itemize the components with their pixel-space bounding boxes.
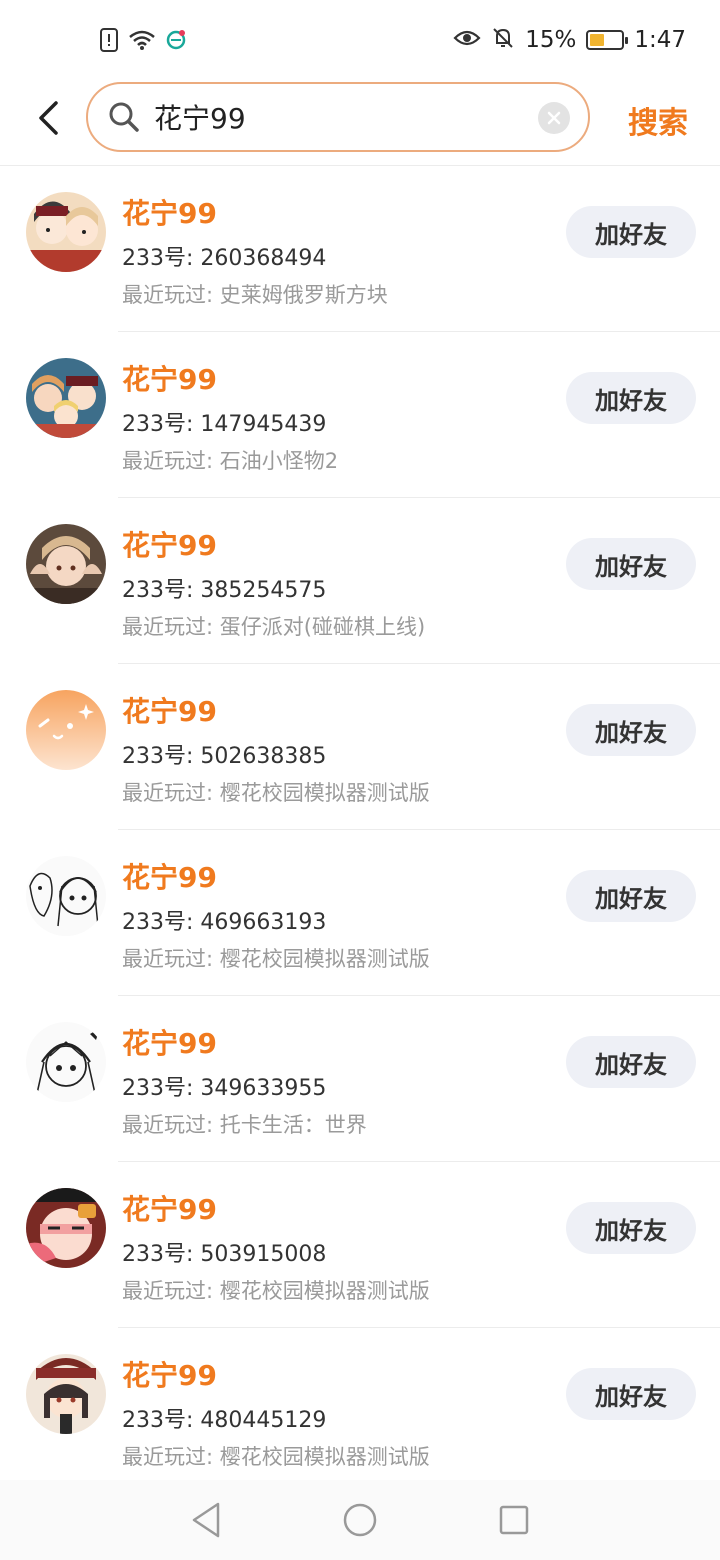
list-item[interactable]: 花宁99 233号: 385254575 最近玩过: 蛋仔派对(碰碰棋上线) 加…	[0, 498, 720, 664]
list-item[interactable]: 花宁99 233号: 480445129 最近玩过: 樱花校园模拟器测试版 加好…	[0, 1328, 720, 1494]
clear-search-button[interactable]	[538, 102, 570, 134]
search-button[interactable]: 搜索	[628, 98, 688, 142]
list-item[interactable]: 花宁99 233号: 147945439 最近玩过: 石油小怪物2 加好友	[0, 332, 720, 498]
user-id: 233号: 147945439	[122, 412, 327, 437]
list-item[interactable]: 花宁99 233号: 469663193 最近玩过: 樱花校园模拟器测试版 加好…	[0, 830, 720, 996]
recently-played: 最近玩过: 樱花校园模拟器测试版	[122, 1279, 430, 1303]
app-notification-icon	[166, 30, 186, 54]
search-header: 搜索	[0, 80, 720, 166]
search-box[interactable]	[86, 82, 590, 152]
default-avatar-icon[interactable]	[26, 690, 106, 770]
anime-avatar-icon[interactable]	[26, 192, 106, 272]
wifi-icon	[128, 29, 156, 55]
result-list: 花宁99 233号: 260368494 最近玩过: 史莱姆俄罗斯方块 加好友 …	[0, 166, 720, 1494]
user-id: 233号: 385254575	[122, 578, 327, 603]
user-name: 花宁99	[122, 1193, 217, 1226]
system-nav-bar	[0, 1480, 720, 1560]
sim-alert-icon	[100, 28, 118, 56]
recently-played: 最近玩过: 蛋仔派对(碰碰棋上线)	[122, 615, 426, 639]
battery-icon	[586, 30, 629, 50]
chevron-left-icon	[39, 101, 58, 135]
anime-avatar-icon[interactable]	[26, 524, 106, 604]
battery-percent: 15%	[525, 27, 577, 53]
silent-bell-icon	[491, 26, 515, 54]
status-bar: 15% 1:47	[0, 0, 720, 80]
recently-played: 最近玩过: 樱花校园模拟器测试版	[122, 781, 430, 805]
recently-played: 最近玩过: 樱花校园模拟器测试版	[122, 947, 430, 971]
clock: 1:47	[634, 27, 686, 53]
user-id: 233号: 260368494	[122, 246, 327, 271]
recently-played: 最近玩过: 托卡生活：世界	[122, 1113, 367, 1137]
add-friend-button[interactable]: 加好友	[566, 870, 696, 922]
sketch-avatar-icon[interactable]	[26, 1022, 106, 1102]
user-name: 花宁99	[122, 1359, 217, 1392]
list-item[interactable]: 花宁99 233号: 503915008 最近玩过: 樱花校园模拟器测试版 加好…	[0, 1162, 720, 1328]
user-id: 233号: 503915008	[122, 1242, 327, 1267]
list-item[interactable]: 花宁99 233号: 349633955 最近玩过: 托卡生活：世界 加好友	[0, 996, 720, 1162]
add-friend-button[interactable]: 加好友	[566, 1202, 696, 1254]
anime-avatar-icon[interactable]	[26, 358, 106, 438]
anime-avatar-icon[interactable]	[26, 1188, 106, 1268]
user-id: 233号: 480445129	[122, 1408, 327, 1433]
add-friend-button[interactable]: 加好友	[566, 704, 696, 756]
close-icon	[547, 111, 561, 125]
user-name: 花宁99	[122, 695, 217, 728]
add-friend-button[interactable]: 加好友	[566, 1036, 696, 1088]
nav-back-triangle-icon[interactable]	[184, 1498, 228, 1542]
anime-avatar-icon[interactable]	[26, 1354, 106, 1434]
user-name: 花宁99	[122, 197, 217, 230]
back-button[interactable]	[24, 94, 72, 142]
nav-recents-square-icon[interactable]	[492, 1498, 536, 1542]
add-friend-button[interactable]: 加好友	[566, 206, 696, 258]
user-id: 233号: 349633955	[122, 1076, 327, 1101]
user-id: 233号: 469663193	[122, 910, 327, 935]
user-id: 233号: 502638385	[122, 744, 327, 769]
list-item[interactable]: 花宁99 233号: 502638385 最近玩过: 樱花校园模拟器测试版 加好…	[0, 664, 720, 830]
eye-comfort-icon	[453, 28, 481, 52]
search-input[interactable]	[154, 100, 514, 134]
user-name: 花宁99	[122, 1027, 217, 1060]
nav-home-circle-icon[interactable]	[338, 1498, 382, 1542]
sketch-avatar-icon[interactable]	[26, 856, 106, 936]
recently-played: 最近玩过: 史莱姆俄罗斯方块	[122, 283, 388, 307]
search-results-screen: 15% 1:47 搜索 花宁99 233号: 260368494 最近玩过: 史…	[0, 0, 720, 1560]
user-name: 花宁99	[122, 529, 217, 562]
recently-played: 最近玩过: 樱花校园模拟器测试版	[122, 1445, 430, 1469]
add-friend-button[interactable]: 加好友	[566, 538, 696, 590]
list-item[interactable]: 花宁99 233号: 260368494 最近玩过: 史莱姆俄罗斯方块 加好友	[0, 166, 720, 332]
recently-played: 最近玩过: 石油小怪物2	[122, 449, 339, 473]
user-name: 花宁99	[122, 363, 217, 396]
add-friend-button[interactable]: 加好友	[566, 1368, 696, 1420]
search-icon	[109, 102, 139, 132]
user-name: 花宁99	[122, 861, 217, 894]
add-friend-button[interactable]: 加好友	[566, 372, 696, 424]
